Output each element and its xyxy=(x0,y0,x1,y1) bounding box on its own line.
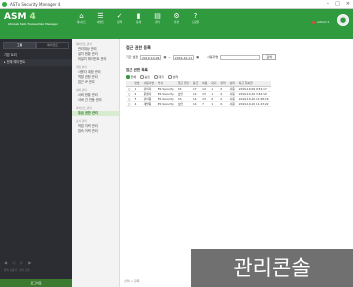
nav-item-manage[interactable]: ▤ 관리 xyxy=(148,12,167,34)
brand-name: ASM 4 xyxy=(4,12,36,22)
caption-overlay: 관리콘솔 xyxy=(191,249,353,287)
maximize-icon[interactable]: □ xyxy=(335,1,340,7)
window-title: ASTx Security Manager 4 xyxy=(10,1,61,7)
radio-approved[interactable]: 승인 xyxy=(140,75,150,79)
list-icon: ☰ xyxy=(97,12,104,20)
user-name: admin ▾ xyxy=(317,20,329,24)
list-title: 접근 권한 목록 xyxy=(126,68,148,72)
date-to-input[interactable]: 2019-10-11 xyxy=(172,54,195,60)
first-page-icon[interactable]: ◀ xyxy=(4,260,7,265)
brand-subtitle: AhnLab Safe Transaction Manager xyxy=(8,23,58,26)
window-controls: – □ × xyxy=(327,1,350,7)
minimize-icon[interactable]: – xyxy=(327,1,330,7)
date-separator: ~ xyxy=(168,55,171,59)
menu-sidebar: 에이전트 관리 관리대상 관리 설치 현황 관리 미설치 에이전트 관리 계정 … xyxy=(72,39,120,287)
radio-off-icon xyxy=(168,75,172,79)
tab-agent[interactable]: 에이전트 xyxy=(36,42,69,49)
chart-icon: ▮ xyxy=(136,12,141,20)
calendar-icon[interactable]: ▦ xyxy=(163,55,166,59)
group-sidebar: 그룹 에이전트 기본 트리 ▸ 전체 에이전트 ◀ ◁ ▷ ▶ 접속 사용자 ·… xyxy=(0,39,72,287)
radio-off-icon xyxy=(154,75,158,79)
menu-group-title: 에이전트 관리 xyxy=(76,42,92,46)
search-label: 사용자명 xyxy=(207,55,219,59)
avatar[interactable]: ● xyxy=(337,14,349,26)
notification-dot-icon xyxy=(312,20,316,24)
permission-table: 번호 사용자명 부서 접근 권한 등급 허용 대기 반려 상태 최근 접속일 ○ 1 관리자 ES Se… xyxy=(126,81,271,107)
nav-item-policy[interactable]: ✓ 정책 xyxy=(110,12,129,34)
nav-item-event[interactable]: ☰ 이벤트 xyxy=(91,12,110,34)
gear-icon: ⚙ xyxy=(173,12,180,20)
filter-bar: 기간 설정 2019-10-09 ▦ ~ 2019-10-11 ▦ 사용자명 검… xyxy=(126,54,353,60)
app-logo-icon xyxy=(2,1,7,7)
logout-button[interactable]: 로그아웃 xyxy=(0,279,72,287)
user-menu[interactable]: admin ▾ xyxy=(312,20,329,24)
check-icon: ✓ xyxy=(116,12,123,20)
date-from-input[interactable]: 2019-10-09 xyxy=(140,54,162,60)
nav-item-dashboard[interactable]: ⌂ 대시보드 xyxy=(72,12,91,34)
radio-pending[interactable]: 대기 xyxy=(154,75,164,79)
menu-group-title: 계정 관리 xyxy=(76,65,87,69)
status-filter: 전체 승인 대기 반려 xyxy=(126,75,353,79)
radio-rejected[interactable]: 반려 xyxy=(168,75,178,79)
prev-page-icon[interactable]: ◁ xyxy=(12,260,15,265)
menu-item[interactable]: 접속 이력 관리 xyxy=(72,129,119,134)
app-header: ASM 4 AhnLab Safe Transaction Manager ⌂ 대… xyxy=(0,9,353,39)
period-label: 기간 설정 xyxy=(126,55,138,59)
menu-group-title: 감사 관리 xyxy=(76,119,87,123)
radio-all[interactable]: 전체 xyxy=(126,75,136,79)
brand: ASM 4 AhnLab Safe Transaction Manager xyxy=(4,12,68,38)
radio-off-icon xyxy=(140,75,144,79)
close-icon[interactable]: × xyxy=(346,1,350,7)
search-input[interactable] xyxy=(220,54,261,60)
sidebar-bottom: ◀ ◁ ▷ ▶ 접속 사용자 · 관리 콘솔 로그아웃 xyxy=(0,257,72,287)
table-row[interactable]: ○ 4 개발팀 ES Security 보안 14 7 1 0 사용 2019-10-10 11:2… xyxy=(126,101,271,107)
footer-breadcrumb: 선택 > 항목 xyxy=(124,279,140,283)
nav-item-settings[interactable]: ⚙ 환경 xyxy=(167,12,186,34)
next-page-icon[interactable]: ▷ xyxy=(20,260,23,265)
help-icon: ? xyxy=(193,12,198,20)
tab-group[interactable]: 그룹 xyxy=(3,42,36,49)
sidebar-tabs: 그룹 에이전트 xyxy=(3,42,69,49)
user-icon: ● xyxy=(339,16,347,24)
nav-item-stats[interactable]: ▮ 통계 xyxy=(129,12,148,34)
document-icon: ▤ xyxy=(154,12,161,20)
nav-item-help[interactable]: ? 도움말 xyxy=(186,12,205,34)
last-page-icon[interactable]: ▶ xyxy=(28,260,31,265)
pager-controls: ◀ ◁ ▷ ▶ xyxy=(0,257,72,268)
tree-item-all-agents[interactable]: ▸ 전체 에이전트 xyxy=(0,59,72,66)
menu-group-title: 라이선스 관리 xyxy=(76,106,92,110)
tree-root[interactable]: 기본 트리 xyxy=(0,52,72,59)
top-nav: ⌂ 대시보드 ☰ 이벤트 ✓ 정책 ▮ 통계 ▤ 관리 ⚙ 환경 ? 도움말 xyxy=(72,12,205,34)
page-title: 접근 권한 등록 xyxy=(126,45,151,50)
search-button[interactable]: 검색 xyxy=(262,54,277,60)
radio-on-icon xyxy=(126,75,130,79)
calendar-icon[interactable]: ▦ xyxy=(196,55,199,59)
menu-group-title: 서버 관리 xyxy=(76,88,87,92)
home-icon: ⌂ xyxy=(79,12,84,20)
title-bar: ASTx Security Manager 4 – □ × xyxy=(0,0,353,9)
sidebar-status: 접속 사용자 · 관리 콘솔 xyxy=(4,269,30,272)
